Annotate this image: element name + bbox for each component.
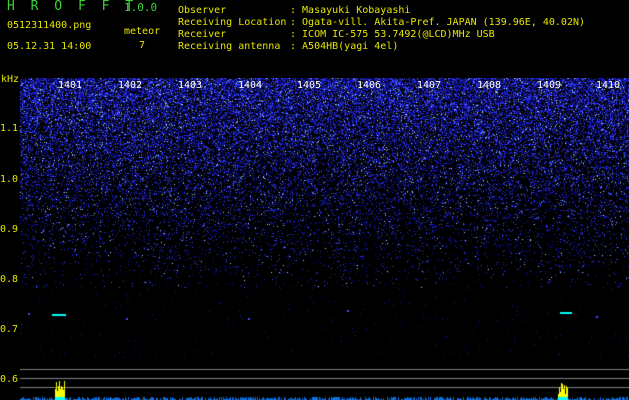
antenna-value: : A504HB(yagi 4el) xyxy=(290,41,399,52)
spectrogram-canvas xyxy=(0,78,629,400)
meteor-label: meteor xyxy=(124,26,161,37)
x-tick-1405: 1405 xyxy=(297,80,322,91)
observer-label: Observer xyxy=(178,5,227,16)
x-tick-1402: 1402 xyxy=(118,80,143,91)
y-tick-0.8: 0.8 xyxy=(0,274,19,285)
y-axis-unit: kHz xyxy=(1,74,20,85)
x-tick-1401: 1401 xyxy=(58,80,83,91)
x-tick-1407: 1407 xyxy=(417,80,442,91)
y-tick-0.6: 0.6 xyxy=(0,374,19,385)
location-label: Receiving Location xyxy=(178,17,287,28)
x-tick-1410: 1410 xyxy=(596,80,621,91)
x-tick-1408: 1408 xyxy=(477,80,502,91)
date-time: 05.12.31 14:00 xyxy=(7,41,92,52)
x-tick-1406: 1406 xyxy=(357,80,382,91)
app-version: 1.0.0 xyxy=(124,1,158,14)
location-value: : Ogata-vill. Akita-Pref. JAPAN (139.96E… xyxy=(290,17,586,28)
x-tick-1404: 1404 xyxy=(238,80,263,91)
y-tick-0.7: 0.7 xyxy=(0,324,19,335)
meteor-count: 7 xyxy=(139,40,146,51)
app-title: H R O F F T xyxy=(7,0,138,14)
y-tick-1.0: 1.0 xyxy=(0,174,19,185)
file-name: 0512311400.png xyxy=(7,20,92,31)
receiver-value: : ICOM IC-575 53.7492(@LCD)MHz USB xyxy=(290,29,495,40)
x-tick-1409: 1409 xyxy=(537,80,562,91)
x-tick-1403: 1403 xyxy=(178,80,203,91)
y-tick-0.9: 0.9 xyxy=(0,224,19,235)
observer-value: : Masayuki Kobayashi xyxy=(290,5,411,16)
antenna-label: Receiving antenna xyxy=(178,41,281,52)
receiver-label: Receiver xyxy=(178,29,227,40)
hrofft-window: H R O F F T 1.0.0 0512311400.png 05.12.3… xyxy=(0,0,629,400)
y-tick-1.1: 1.1 xyxy=(0,123,19,134)
